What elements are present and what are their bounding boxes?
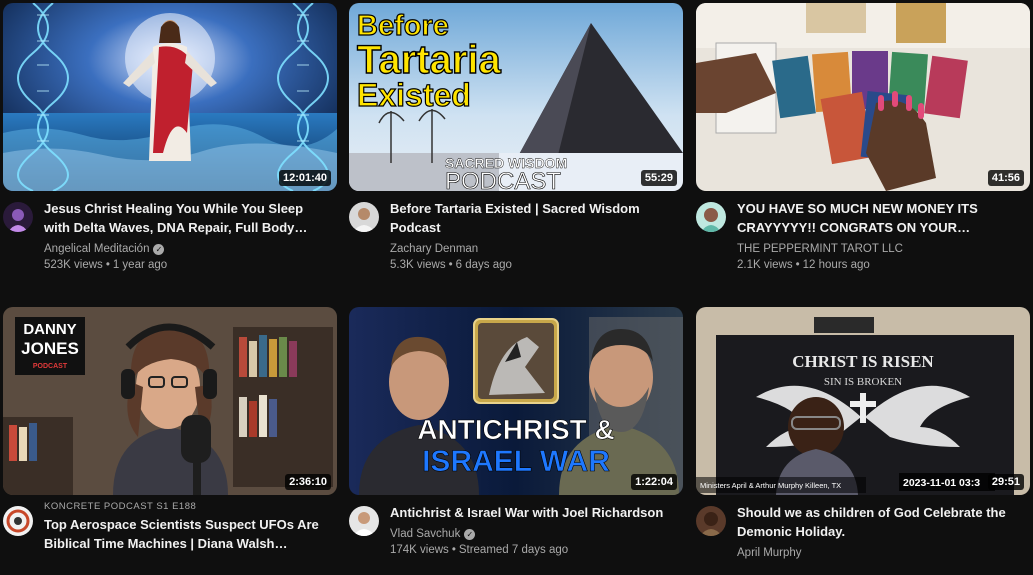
video-card[interactable]: 41:56 YOU HAVE SO MUCH NEW MONEY ITS CRA… [696,3,1030,271]
separator-dot: • [451,544,456,556]
video-duration: 2:36:10 [285,474,331,490]
thumbnail-image: DANNY JONES PODCAST [3,307,337,495]
thumb-text-line2: Tartaria [357,38,502,82]
thumbnail-image: Before Tartaria Existed SACRED WISDOM PO… [349,3,683,191]
upload-age: 12 hours ago [802,259,870,271]
video-card[interactable]: 12:01:40 Jesus Christ Healing You While … [3,3,337,271]
video-title[interactable]: YOU HAVE SO MUCH NEW MONEY ITS CRAYYYYY!… [737,199,1025,237]
video-duration: 41:56 [987,170,1024,186]
channel-avatar[interactable] [349,202,379,232]
channel-avatar[interactable] [696,506,726,536]
video-title[interactable]: Top Aerospace Scientists Suspect UFOs Ar… [44,515,332,553]
banner-line2: SIN IS BROKEN [824,376,902,388]
video-thumbnail[interactable]: Before Tartaria Existed SACRED WISDOM PO… [349,3,683,191]
thumbnail-image: CHRIST IS RISEN SIN IS BROKEN Ministers … [696,307,1030,495]
thumb-text-line2: ISRAEL WAR [422,445,610,478]
channel-avatar[interactable] [3,506,33,536]
channel-name[interactable]: Zachary Denman [390,243,478,255]
video-title[interactable]: Before Tartaria Existed | Sacred Wisdom … [390,199,678,237]
channel-avatar[interactable] [696,202,726,232]
video-thumbnail[interactable]: CHRIST IS RISEN SIN IS BROKEN Ministers … [696,307,1030,495]
separator-dot: • [795,259,800,271]
channel-name[interactable]: Vlad Savchuk [390,528,460,540]
video-card[interactable]: CHRIST IS RISEN SIN IS BROKEN Ministers … [696,307,1030,575]
video-card[interactable]: DANNY JONES PODCAST 2:36:10 KONCRETE POD… [3,307,337,575]
channel-avatar[interactable] [3,202,33,232]
video-duration: 12:01:40 [278,170,331,186]
video-duration: 29:51 [987,474,1024,490]
video-card[interactable]: ANTICHRIST & ISRAEL WAR 1:22:04 Antichri… [349,307,683,575]
separator-dot: • [105,259,110,271]
thumbnail-image: ANTICHRIST & ISRAEL WAR [349,307,683,495]
channel-name[interactable]: April Murphy [737,547,802,559]
channel-avatar[interactable] [349,506,379,536]
separator-dot: • [448,259,453,271]
video-title[interactable]: Antichrist & Israel War with Joel Richar… [390,503,678,522]
verified-badge-icon: ✓ [153,243,165,255]
thumb-badge-line2: PODCAST [445,168,561,191]
verified-badge-icon: ✓ [464,528,476,540]
upload-age: Streamed 7 days ago [458,544,569,556]
banner-line1: CHRIST IS RISEN [792,352,934,371]
video-duration: 55:29 [640,170,677,186]
episode-overline: KONCRETE PODCAST S1 E188 [44,501,197,512]
video-thumbnail[interactable]: 12:01:40 [3,3,337,191]
upload-age: 1 year ago [112,259,168,271]
podcast-logo-line1: DANNY [23,321,76,338]
view-count: 174K views [390,544,449,556]
video-title[interactable]: Should we as children of God Celebrate t… [737,503,1025,541]
thumb-text-line3: Existed [357,77,471,113]
view-count: 5.3K views [390,259,446,271]
video-thumbnail[interactable]: DANNY JONES PODCAST 2:36:10 [3,307,337,495]
channel-name[interactable]: THE PEPPERMINT TAROT LLC [737,243,903,255]
video-card[interactable]: Before Tartaria Existed SACRED WISDOM PO… [349,3,683,271]
video-thumbnail[interactable]: ANTICHRIST & ISRAEL WAR 1:22:04 [349,307,683,495]
thumb-text-line1: ANTICHRIST & [417,414,615,445]
thumbnail-image [696,3,1030,191]
podcast-logo-line2: JONES [21,339,79,358]
upload-age: 6 days ago [455,259,512,271]
podcast-logo-line3: PODCAST [33,363,68,370]
video-title[interactable]: Jesus Christ Healing You While You Sleep… [44,199,332,237]
stream-timestamp: 2023-11-01 03:3 [903,477,980,489]
channel-name[interactable]: Angelical Meditación [44,243,149,255]
view-count: 523K views [44,259,103,271]
view-count: 2.1K views [737,259,793,271]
thumbnail-image [3,3,337,191]
video-thumbnail[interactable]: 41:56 [696,3,1030,191]
video-duration: 1:22:04 [631,474,677,490]
video-caption: Ministers April & Arthur Murphy Killeen,… [700,481,841,490]
